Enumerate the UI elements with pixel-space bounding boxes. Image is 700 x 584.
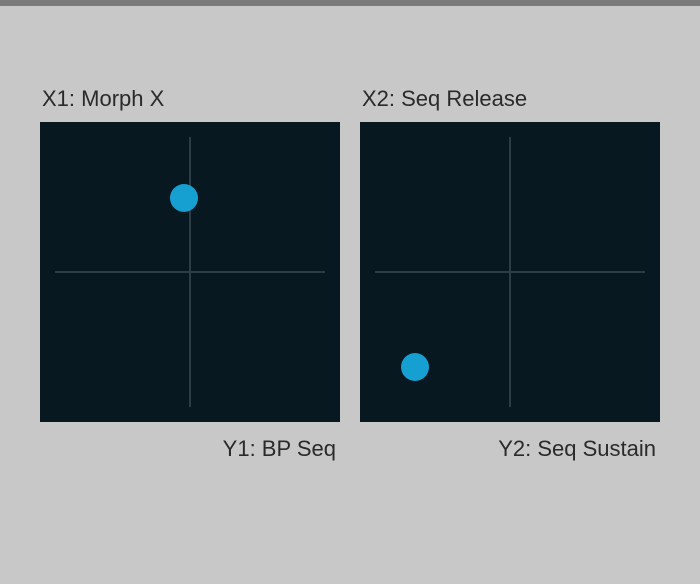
x2-axis-label: X2: Seq Release: [360, 86, 660, 112]
crosshair-horizontal: [375, 271, 645, 273]
xy-pad-group-2: X2: Seq Release Y2: Seq Sustain: [360, 86, 660, 462]
xy-pad-group-1: X1: Morph X Y1: BP Seq: [40, 86, 340, 462]
xy-pad-1-handle[interactable]: [170, 184, 198, 212]
xy-pad-2-handle[interactable]: [401, 353, 429, 381]
xy-pad-1[interactable]: [40, 122, 340, 422]
y2-axis-label: Y2: Seq Sustain: [360, 436, 660, 462]
x1-axis-label: X1: Morph X: [40, 86, 340, 112]
xy-pad-2[interactable]: [360, 122, 660, 422]
xy-pads-container: X1: Morph X Y1: BP Seq X2: Seq Release Y…: [0, 6, 700, 462]
crosshair-horizontal: [55, 271, 325, 273]
y1-axis-label: Y1: BP Seq: [40, 436, 340, 462]
